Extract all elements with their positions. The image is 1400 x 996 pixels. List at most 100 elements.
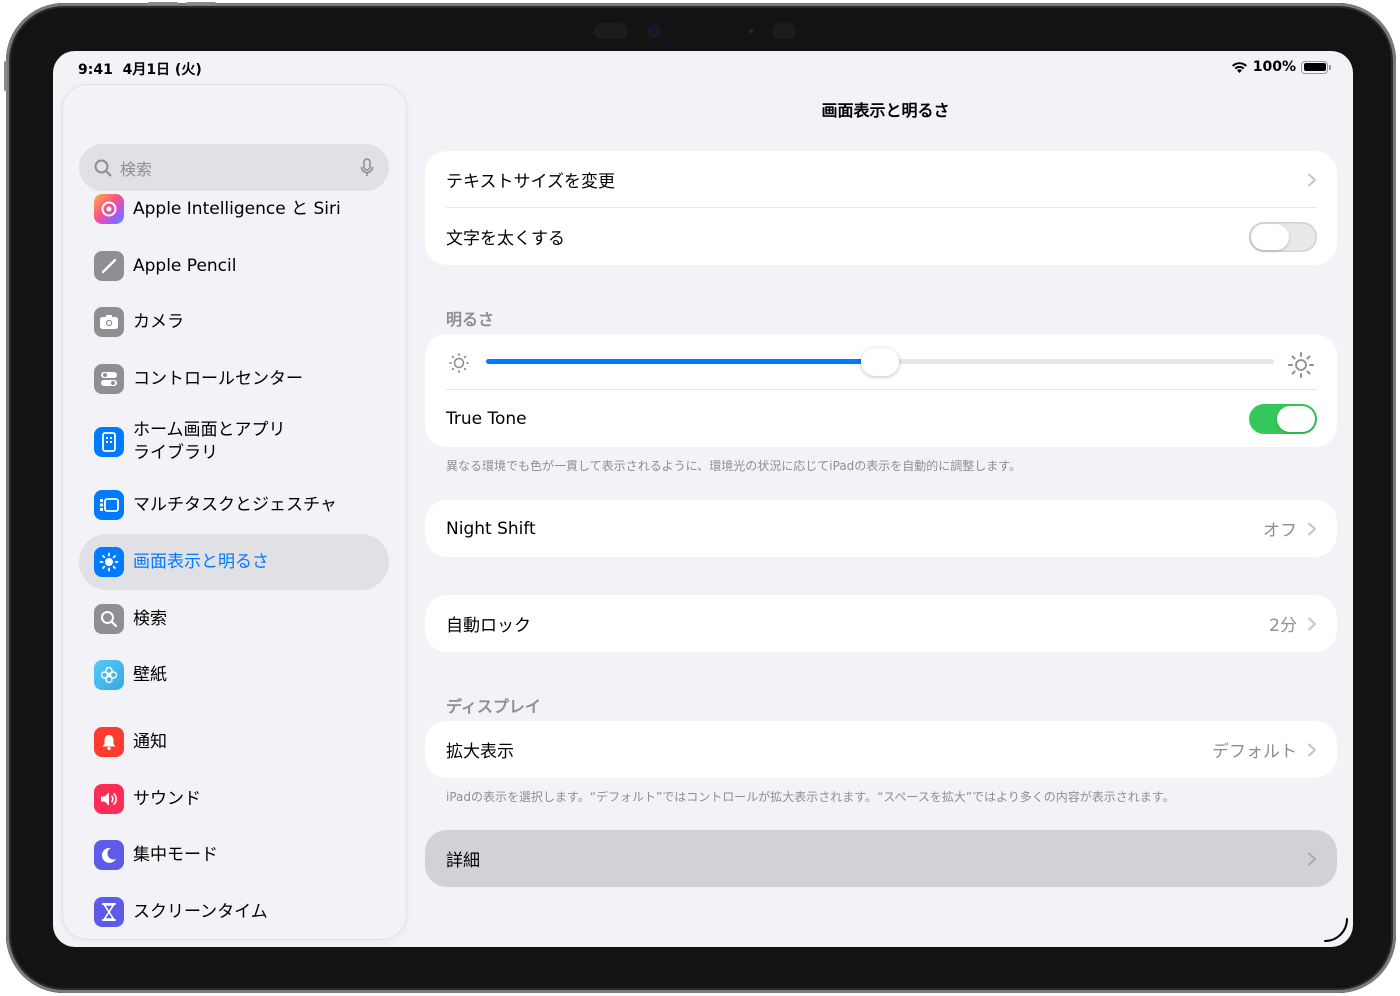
label-line-1: ホーム画面とアプリ bbox=[133, 420, 286, 440]
night-shift-card: Night Shift オフ bbox=[425, 500, 1337, 557]
auto-lock-card: 自動ロック 2分 bbox=[425, 595, 1337, 652]
bold-text-toggle[interactable] bbox=[1249, 221, 1317, 252]
brightness-slider-row bbox=[425, 334, 1337, 390]
sun-small-icon bbox=[449, 353, 469, 373]
sidebar-item-label: 画面表示と明るさ bbox=[133, 551, 269, 572]
auto-lock-row[interactable]: 自動ロック 2分 bbox=[425, 595, 1337, 652]
microphone-icon[interactable] bbox=[360, 157, 374, 178]
sidebar-item-multitasking[interactable]: マルチタスクとジェスチャ bbox=[79, 477, 389, 533]
bold-text-row: 文字を太くする bbox=[425, 208, 1337, 265]
sidebar-item-wallpaper[interactable]: 壁紙 bbox=[79, 647, 389, 703]
camera-icon bbox=[94, 307, 124, 337]
multitask-icon bbox=[94, 490, 124, 520]
night-shift-value: オフ bbox=[1263, 521, 1297, 541]
sidebar-item-label: 集中モード bbox=[133, 844, 218, 865]
sidebar-item-label: サウンド bbox=[133, 788, 201, 809]
sidebar: 検索 Apple Intelligence と Siri Apple Penci… bbox=[63, 85, 406, 939]
sidebar-item-screen-time[interactable]: スクリーンタイム bbox=[79, 884, 389, 939]
chevron-right-icon bbox=[1308, 743, 1316, 756]
sidebar-item-label: 壁紙 bbox=[133, 664, 167, 685]
speaker-icon bbox=[94, 784, 124, 814]
sidebar-item-search[interactable]: 検索 bbox=[79, 591, 389, 647]
sidebar-item-camera[interactable]: カメラ bbox=[79, 294, 389, 350]
display-zoom-value: デフォルト bbox=[1212, 742, 1297, 762]
sidebar-item-label: 通知 bbox=[133, 731, 167, 752]
sidebar-item-notifications[interactable]: 通知 bbox=[79, 714, 389, 770]
sidebar-item-sounds[interactable]: サウンド bbox=[79, 771, 389, 827]
status-date: 4月1日 (火) bbox=[122, 62, 202, 78]
volume-button bbox=[148, 2, 178, 5]
true-tone-row: True Tone bbox=[425, 390, 1337, 447]
display-zoom-card: 拡大表示 デフォルト bbox=[425, 721, 1337, 778]
display-zoom-row[interactable]: 拡大表示 デフォルト bbox=[425, 721, 1337, 778]
brightness-slider-thumb[interactable] bbox=[861, 348, 899, 376]
hourglass-icon bbox=[94, 897, 124, 927]
sensor bbox=[594, 23, 628, 39]
brightness-header: 明るさ bbox=[446, 310, 495, 329]
status-time-date: 9:41 4月1日 (火) bbox=[78, 59, 202, 79]
sidebar-item-label: Apple Intelligence と Siri bbox=[133, 198, 341, 219]
brightness-card: True Tone bbox=[425, 334, 1337, 447]
screen: 9:41 4月1日 (火) 100% 検索 Apple Intelligence… bbox=[53, 51, 1353, 947]
sidebar-item-apple-intelligence[interactable]: Apple Intelligence と Siri bbox=[79, 181, 389, 237]
battery-percent: 100% bbox=[1252, 59, 1296, 75]
display-header: ディスプレイ bbox=[446, 697, 541, 716]
sidebar-item-control-center[interactable]: コントロールセンター bbox=[79, 351, 389, 407]
search-icon bbox=[94, 604, 124, 634]
display-zoom-footnote: iPadの表示を選択します。“デフォルト”ではコントロールが拡大表示されます。“… bbox=[446, 790, 1175, 804]
page-title: 画面表示と明るさ bbox=[821, 101, 950, 120]
sidebar-item-display-brightness[interactable]: 画面表示と明るさ bbox=[79, 534, 389, 590]
true-tone-label: True Tone bbox=[446, 408, 527, 429]
apple-intelligence-icon bbox=[94, 194, 124, 224]
true-tone-footnote: 異なる環境でも色が一貫して表示されるように、環境光の状況に応じてiPadの表示を… bbox=[446, 459, 1022, 473]
power-button bbox=[4, 61, 7, 91]
bell-icon bbox=[94, 727, 124, 757]
label-line-2: ライブラリ bbox=[133, 443, 218, 463]
bold-text-label: 文字を太くする bbox=[446, 229, 565, 249]
true-tone-toggle[interactable] bbox=[1249, 403, 1317, 434]
sensor-dot bbox=[749, 29, 753, 33]
chevron-right-icon bbox=[1308, 852, 1316, 865]
display-zoom-label: 拡大表示 bbox=[446, 742, 514, 762]
corner-indicator-icon bbox=[1324, 918, 1348, 942]
sidebar-item-apple-pencil[interactable]: Apple Pencil bbox=[79, 238, 389, 294]
text-size-row[interactable]: テキストサイズを変更 bbox=[425, 151, 1337, 208]
battery-icon bbox=[1301, 60, 1331, 74]
sidebar-item-label: スクリーンタイム bbox=[133, 901, 268, 922]
auto-lock-value: 2分 bbox=[1269, 616, 1297, 636]
sensor bbox=[772, 23, 796, 39]
night-shift-row[interactable]: Night Shift オフ bbox=[425, 500, 1337, 557]
chevron-right-icon bbox=[1308, 617, 1316, 630]
status-time: 9:41 bbox=[78, 62, 113, 78]
home-screen-icon bbox=[94, 427, 124, 457]
toggles-icon bbox=[94, 364, 124, 394]
text-size-label: テキストサイズを変更 bbox=[446, 172, 615, 192]
sun-large-icon bbox=[1288, 352, 1314, 378]
sun-icon bbox=[94, 547, 124, 577]
sidebar-item-label: カメラ bbox=[133, 311, 184, 332]
brightness-slider-fill bbox=[486, 359, 880, 364]
search-placeholder: 検索 bbox=[120, 159, 153, 179]
sidebar-item-label: Apple Pencil bbox=[133, 255, 237, 276]
status-indicators: 100% bbox=[1231, 59, 1331, 75]
camera-lens-icon bbox=[649, 26, 659, 36]
chevron-right-icon bbox=[1308, 522, 1316, 535]
volume-button bbox=[186, 2, 216, 5]
advanced-card: 詳細 bbox=[425, 830, 1337, 887]
moon-icon bbox=[94, 840, 124, 870]
text-settings-card: テキストサイズを変更 文字を太くする bbox=[425, 151, 1337, 265]
flower-icon bbox=[94, 660, 124, 690]
sidebar-item-focus[interactable]: 集中モード bbox=[79, 827, 389, 883]
auto-lock-label: 自動ロック bbox=[446, 616, 531, 636]
sidebar-item-label: コントロールセンター bbox=[133, 368, 303, 389]
sidebar-item-label: マルチタスクとジェスチャ bbox=[133, 494, 337, 515]
sidebar-item-home-screen[interactable]: ホーム画面とアプリ ライブラリ bbox=[79, 407, 389, 477]
chevron-right-icon bbox=[1308, 173, 1316, 186]
pencil-icon bbox=[94, 251, 124, 281]
advanced-row[interactable]: 詳細 bbox=[425, 830, 1337, 887]
brightness-slider[interactable] bbox=[486, 348, 1274, 376]
night-shift-label: Night Shift bbox=[446, 518, 536, 539]
advanced-label: 詳細 bbox=[446, 851, 480, 871]
sidebar-item-label: ホーム画面とアプリ ライブラリ bbox=[133, 419, 286, 465]
wifi-icon bbox=[1231, 61, 1247, 73]
